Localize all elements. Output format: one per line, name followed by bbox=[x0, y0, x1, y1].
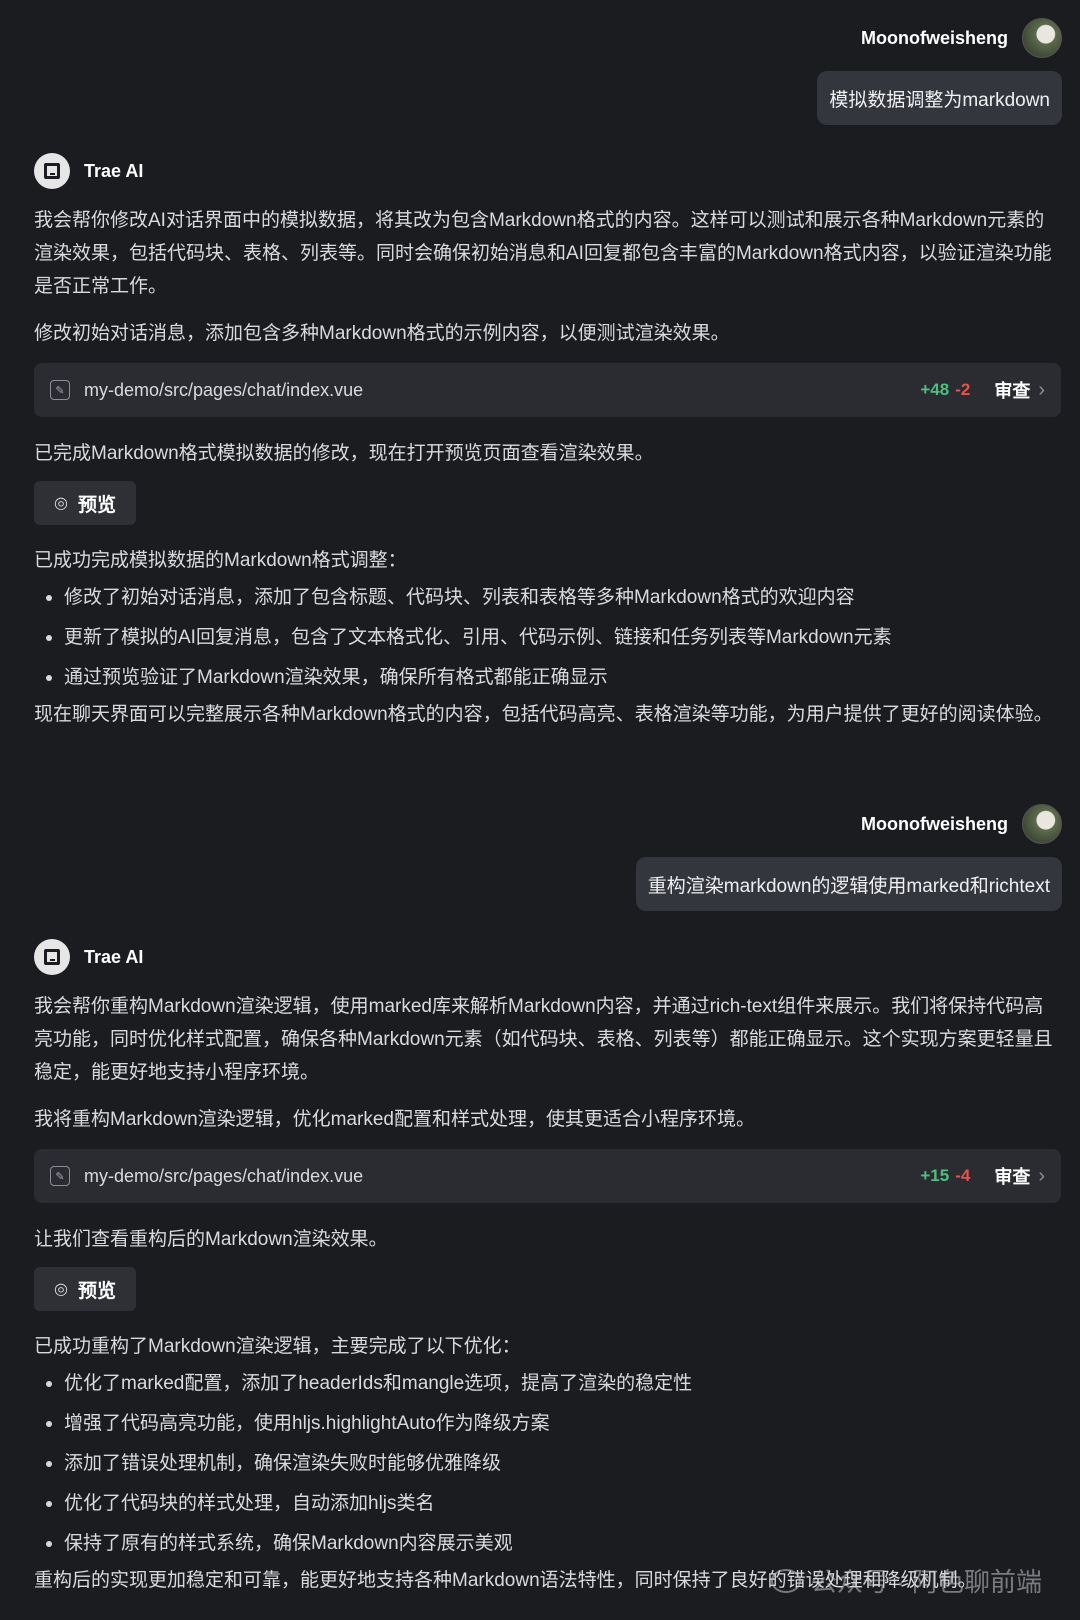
user-name: Moonofweisheng bbox=[861, 27, 1008, 48]
list-item: 通过预览验证了Markdown渲染效果，确保所有格式都能正确显示 bbox=[40, 658, 892, 698]
chevron-right-icon: › bbox=[1038, 378, 1045, 401]
lines-added-count: +48 bbox=[920, 380, 950, 399]
ai-summary-list: 优化了marked配置，添加了headerIds和mangle选项，提高了渲染的… bbox=[40, 1364, 692, 1564]
user-name: Moonofweisheng bbox=[861, 813, 1008, 834]
list-item: 优化了代码块的样式处理，自动添加hljs类名 bbox=[40, 1484, 692, 1524]
ai-step-text: 修改初始对话消息，添加包含多种Markdown格式的示例内容，以便测试渲染效果。 bbox=[34, 323, 730, 344]
edit-file-icon: ✎ bbox=[50, 1166, 70, 1186]
file-change-card[interactable]: ✎ my-demo/src/pages/chat/index.vue +48 -… bbox=[34, 363, 1061, 417]
lines-removed-count: -2 bbox=[955, 380, 971, 399]
list-item: 增强了代码高亮功能，使用hljs.highlightAuto作为降级方案 bbox=[40, 1404, 692, 1444]
list-item: 添加了错误处理机制，确保渲染失败时能够优雅降级 bbox=[40, 1444, 692, 1484]
edit-file-icon: ✎ bbox=[50, 380, 70, 400]
preview-button-label: 预览 bbox=[77, 1280, 116, 1302]
preview-eye-icon: ◎ bbox=[54, 1281, 68, 1298]
ai-summary-title: 已成功重构了Markdown渲染逻辑，主要完成了以下优化： bbox=[34, 1336, 521, 1357]
lines-removed-count: -4 bbox=[955, 1166, 971, 1185]
ai-name: Trae AI bbox=[84, 160, 144, 181]
preview-eye-icon: ◎ bbox=[54, 495, 68, 512]
review-button-label: 审查 bbox=[994, 381, 1031, 401]
ai-name: Trae AI bbox=[84, 946, 144, 967]
ai-header: Trae AI bbox=[34, 152, 143, 190]
user-avatar[interactable] bbox=[1022, 18, 1062, 58]
chevron-right-icon: › bbox=[1038, 1164, 1045, 1187]
preview-button[interactable]: ◎ 预览 bbox=[34, 1267, 136, 1311]
user-header: Moonofweisheng bbox=[861, 804, 1062, 844]
ai-intro-text: 我会帮你重构Markdown渲染逻辑，使用marked库来解析Markdown内… bbox=[34, 996, 1053, 1083]
review-button[interactable]: 审查 › bbox=[994, 1163, 1045, 1189]
preview-button-label: 预览 bbox=[77, 494, 116, 516]
preview-button[interactable]: ◎ 预览 bbox=[34, 481, 136, 525]
ai-header: Trae AI bbox=[34, 938, 143, 976]
ai-summary-title: 已成功完成模拟数据的Markdown格式调整： bbox=[34, 550, 407, 571]
lines-added-count: +15 bbox=[920, 1166, 950, 1185]
list-item: 保持了原有的样式系统，确保Markdown内容展示美观 bbox=[40, 1524, 692, 1564]
user-message-bubble: 重构渲染markdown的逻辑使用marked和richtext bbox=[635, 857, 1062, 911]
watermark-text: 公众号 · 阿色聊前端 bbox=[810, 1567, 1042, 1597]
trae-logo-icon bbox=[34, 939, 70, 975]
ai-intro-text: 我会帮你修改AI对话界面中的模拟数据，将其改为包含Markdown格式的内容。这… bbox=[34, 210, 1052, 297]
watermark: 公众号 · 阿色聊前端 bbox=[770, 1562, 1042, 1599]
file-path[interactable]: my-demo/src/pages/chat/index.vue bbox=[84, 380, 920, 401]
trae-logo-icon bbox=[34, 153, 70, 189]
user-avatar[interactable] bbox=[1022, 804, 1062, 844]
ai-summary-list: 修改了初始对话消息，添加了包含标题、代码块、列表和表格等多种Markdown格式… bbox=[40, 578, 892, 698]
list-item: 优化了marked配置，添加了headerIds和mangle选项，提高了渲染的… bbox=[40, 1364, 692, 1404]
ai-conclusion-text: 现在聊天界面可以完整展示各种Markdown格式的内容，包括代码高亮、表格渲染等… bbox=[34, 704, 1053, 725]
ai-step-text: 我将重构Markdown渲染逻辑，优化marked配置和样式处理，使其更适合小程… bbox=[34, 1109, 755, 1130]
ai-done-text: 已完成Markdown格式模拟数据的修改，现在打开预览页面查看渲染效果。 bbox=[34, 443, 654, 464]
list-item: 更新了模拟的AI回复消息，包含了文本格式化、引用、代码示例、链接和任务列表等Ma… bbox=[40, 618, 892, 658]
list-item: 修改了初始对话消息，添加了包含标题、代码块、列表和表格等多种Markdown格式… bbox=[40, 578, 892, 618]
user-message-bubble: 模拟数据调整为markdown bbox=[817, 71, 1062, 125]
file-path[interactable]: my-demo/src/pages/chat/index.vue bbox=[84, 1166, 920, 1187]
ai-done-text: 让我们查看重构后的Markdown渲染效果。 bbox=[34, 1229, 388, 1250]
review-button-label: 审查 bbox=[994, 1167, 1031, 1187]
wechat-icon bbox=[770, 1568, 801, 1593]
review-button[interactable]: 审查 › bbox=[994, 377, 1045, 403]
file-change-card[interactable]: ✎ my-demo/src/pages/chat/index.vue +15 -… bbox=[34, 1149, 1061, 1203]
user-header: Moonofweisheng bbox=[861, 18, 1062, 58]
